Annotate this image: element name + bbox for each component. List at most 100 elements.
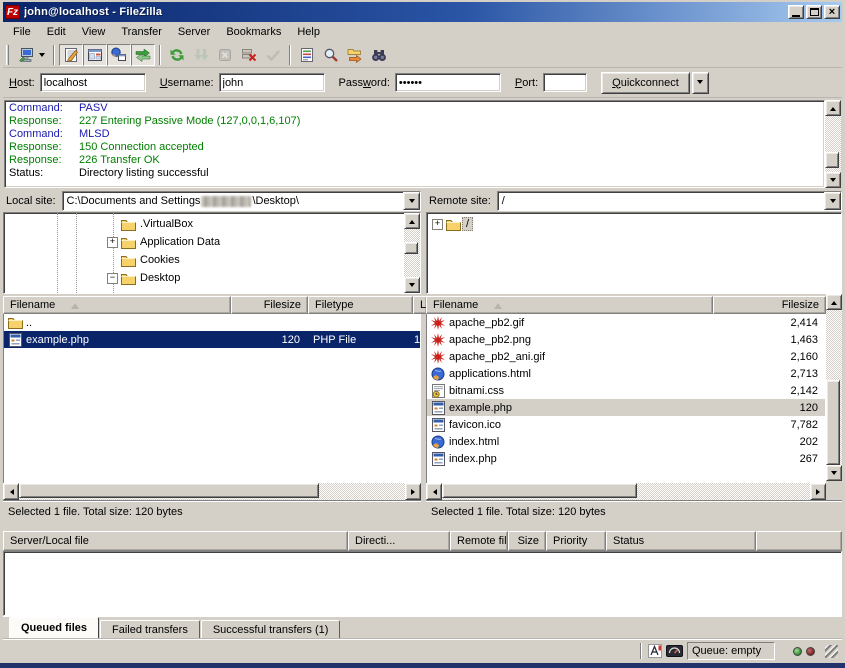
filename-filters-button[interactable]	[295, 44, 319, 66]
password-input[interactable]	[395, 73, 501, 92]
file-row-bitnami-css[interactable]: bitnami.css2,142	[427, 382, 825, 399]
file-row-apache_pb2-gif[interactable]: apache_pb2.gif2,414	[427, 314, 825, 331]
menu-help[interactable]: Help	[289, 24, 328, 40]
menu-transfer[interactable]: Transfer	[113, 24, 170, 40]
scroll-right-button[interactable]	[810, 483, 826, 500]
menu-file[interactable]: File	[5, 24, 39, 40]
scrollbar-track[interactable]	[404, 229, 420, 277]
remote-horizontal-scrollbar[interactable]	[426, 483, 826, 500]
queue-column-priority[interactable]: Priority	[546, 531, 606, 551]
filename-text: bitnami.css	[449, 385, 504, 397]
queue-column-status[interactable]: Status	[606, 531, 756, 551]
host-input[interactable]	[40, 73, 146, 92]
local-horizontal-scrollbar[interactable]	[3, 483, 421, 500]
scrollbar-thumb[interactable]	[442, 483, 637, 498]
menu-bookmarks[interactable]: Bookmarks	[218, 24, 289, 40]
site-manager-button[interactable]	[13, 44, 49, 66]
column-header-filesize[interactable]: Filesize	[713, 296, 826, 314]
column-header-filename[interactable]: Filename	[3, 296, 231, 314]
filename-cell: apache_pb2_ani.gif	[427, 348, 714, 365]
tree-expander[interactable]: −	[107, 273, 118, 284]
remote-site-row: Remote site: /	[426, 190, 842, 212]
sort-ascending-icon	[494, 299, 502, 309]
scroll-up-button[interactable]	[404, 213, 420, 229]
filetype-cell: PHP File	[309, 331, 414, 348]
tree-expander[interactable]: +	[432, 219, 443, 230]
folder-icon	[6, 316, 24, 329]
scroll-right-button[interactable]	[405, 483, 421, 500]
status-bar: Queue: empty	[3, 638, 842, 663]
file-row--[interactable]: ..	[4, 314, 420, 331]
scrollbar-track[interactable]	[19, 483, 405, 500]
scroll-down-button[interactable]	[404, 277, 420, 293]
tab-failed-transfers[interactable]: Failed transfers	[100, 620, 200, 638]
queue-column-directi-[interactable]: Directi...	[348, 531, 450, 551]
tree-item--virtualbox[interactable]: .VirtualBox	[4, 215, 404, 233]
file-search-button[interactable]	[319, 44, 343, 66]
file-row-example-php[interactable]: example.php120PHP File1	[4, 331, 420, 348]
refresh-button[interactable]	[165, 44, 189, 66]
menu-server[interactable]: Server	[170, 24, 218, 40]
toggle-local-tree-button[interactable]	[83, 44, 107, 66]
synchronized-browsing-button[interactable]	[367, 44, 391, 66]
scroll-up-button[interactable]	[826, 294, 842, 310]
filename-text: apache_pb2.png	[449, 334, 531, 346]
scrollbar-thumb[interactable]	[19, 483, 319, 498]
local-site-dropdown-button[interactable]	[403, 192, 420, 210]
menu-edit[interactable]: Edit	[39, 24, 74, 40]
scrollbar-thumb[interactable]	[825, 152, 839, 168]
column-header-filename[interactable]: Filename	[426, 296, 713, 314]
column-header-filetype[interactable]: Filetype	[308, 296, 413, 314]
quickconnect-dropdown-button[interactable]	[692, 72, 709, 94]
scroll-left-button[interactable]	[3, 483, 19, 500]
ascii-transfer-type-icon[interactable]	[648, 644, 662, 658]
message-log-scrollbar[interactable]	[825, 100, 841, 188]
queue-column-remote-file[interactable]: Remote file	[450, 531, 508, 551]
scrollbar-track[interactable]	[825, 116, 841, 172]
local-tree-scrollbar[interactable]	[404, 213, 420, 293]
tree-item-cookies[interactable]: Cookies	[4, 251, 404, 269]
quickconnect-button[interactable]: Quickconnect	[601, 72, 690, 94]
speed-limit-icon[interactable]	[666, 645, 683, 657]
scrollbar-track[interactable]	[442, 483, 810, 500]
file-row-example-php[interactable]: example.php120	[427, 399, 825, 416]
tree-expander[interactable]: +	[107, 237, 118, 248]
username-input[interactable]	[219, 73, 325, 92]
tree-item-root[interactable]: +/	[427, 215, 841, 233]
scrollbar-thumb[interactable]	[826, 380, 840, 465]
tree-item-desktop[interactable]: −Desktop	[4, 269, 404, 287]
toggle-message-log-button[interactable]	[59, 44, 83, 66]
file-row-apache_pb2_ani-gif[interactable]: apache_pb2_ani.gif2,160	[427, 348, 825, 365]
local-site-combo[interactable]: C:\Documents and Settings\Desktop\	[62, 191, 421, 211]
remote-site-combo[interactable]: /	[497, 191, 842, 211]
file-row-applications-html[interactable]: applications.html2,713	[427, 365, 825, 382]
tab-successful-transfers-1-[interactable]: Successful transfers (1)	[201, 620, 341, 638]
resize-grip[interactable]	[825, 645, 838, 658]
queue-column-size[interactable]: Size	[508, 531, 546, 551]
scroll-down-button[interactable]	[825, 172, 841, 188]
remote-site-dropdown-button[interactable]	[824, 192, 841, 210]
port-input[interactable]	[543, 73, 587, 92]
file-row-favicon-ico[interactable]: favicon.ico7,782	[427, 416, 825, 433]
queue-column-server-local-file[interactable]: Server/Local file	[3, 531, 348, 551]
toggle-transfer-queue-button[interactable]	[131, 44, 155, 66]
maximize-button[interactable]	[806, 5, 822, 19]
directory-comparison-button[interactable]	[343, 44, 367, 66]
scroll-up-button[interactable]	[825, 100, 841, 116]
file-row-apache_pb2-png[interactable]: apache_pb2.png1,463	[427, 331, 825, 348]
scroll-left-button[interactable]	[426, 483, 442, 500]
disconnect-button[interactable]	[237, 44, 261, 66]
tab-queued-files[interactable]: Queued files	[9, 617, 99, 638]
file-row-index-php[interactable]: index.php267	[427, 450, 825, 467]
scroll-down-button[interactable]	[826, 465, 842, 481]
column-header-filesize[interactable]: Filesize	[231, 296, 308, 314]
scrollbar-track[interactable]	[826, 310, 842, 465]
scrollbar-thumb[interactable]	[404, 242, 418, 254]
remote-list-scrollbar[interactable]	[826, 294, 842, 481]
menu-view[interactable]: View	[74, 24, 114, 40]
minimize-button[interactable]	[788, 5, 804, 19]
tree-item-application-data[interactable]: +Application Data	[4, 233, 404, 251]
file-row-index-html[interactable]: index.html202	[427, 433, 825, 450]
toggle-remote-tree-button[interactable]	[107, 44, 131, 66]
close-button[interactable]: ×	[824, 5, 840, 19]
